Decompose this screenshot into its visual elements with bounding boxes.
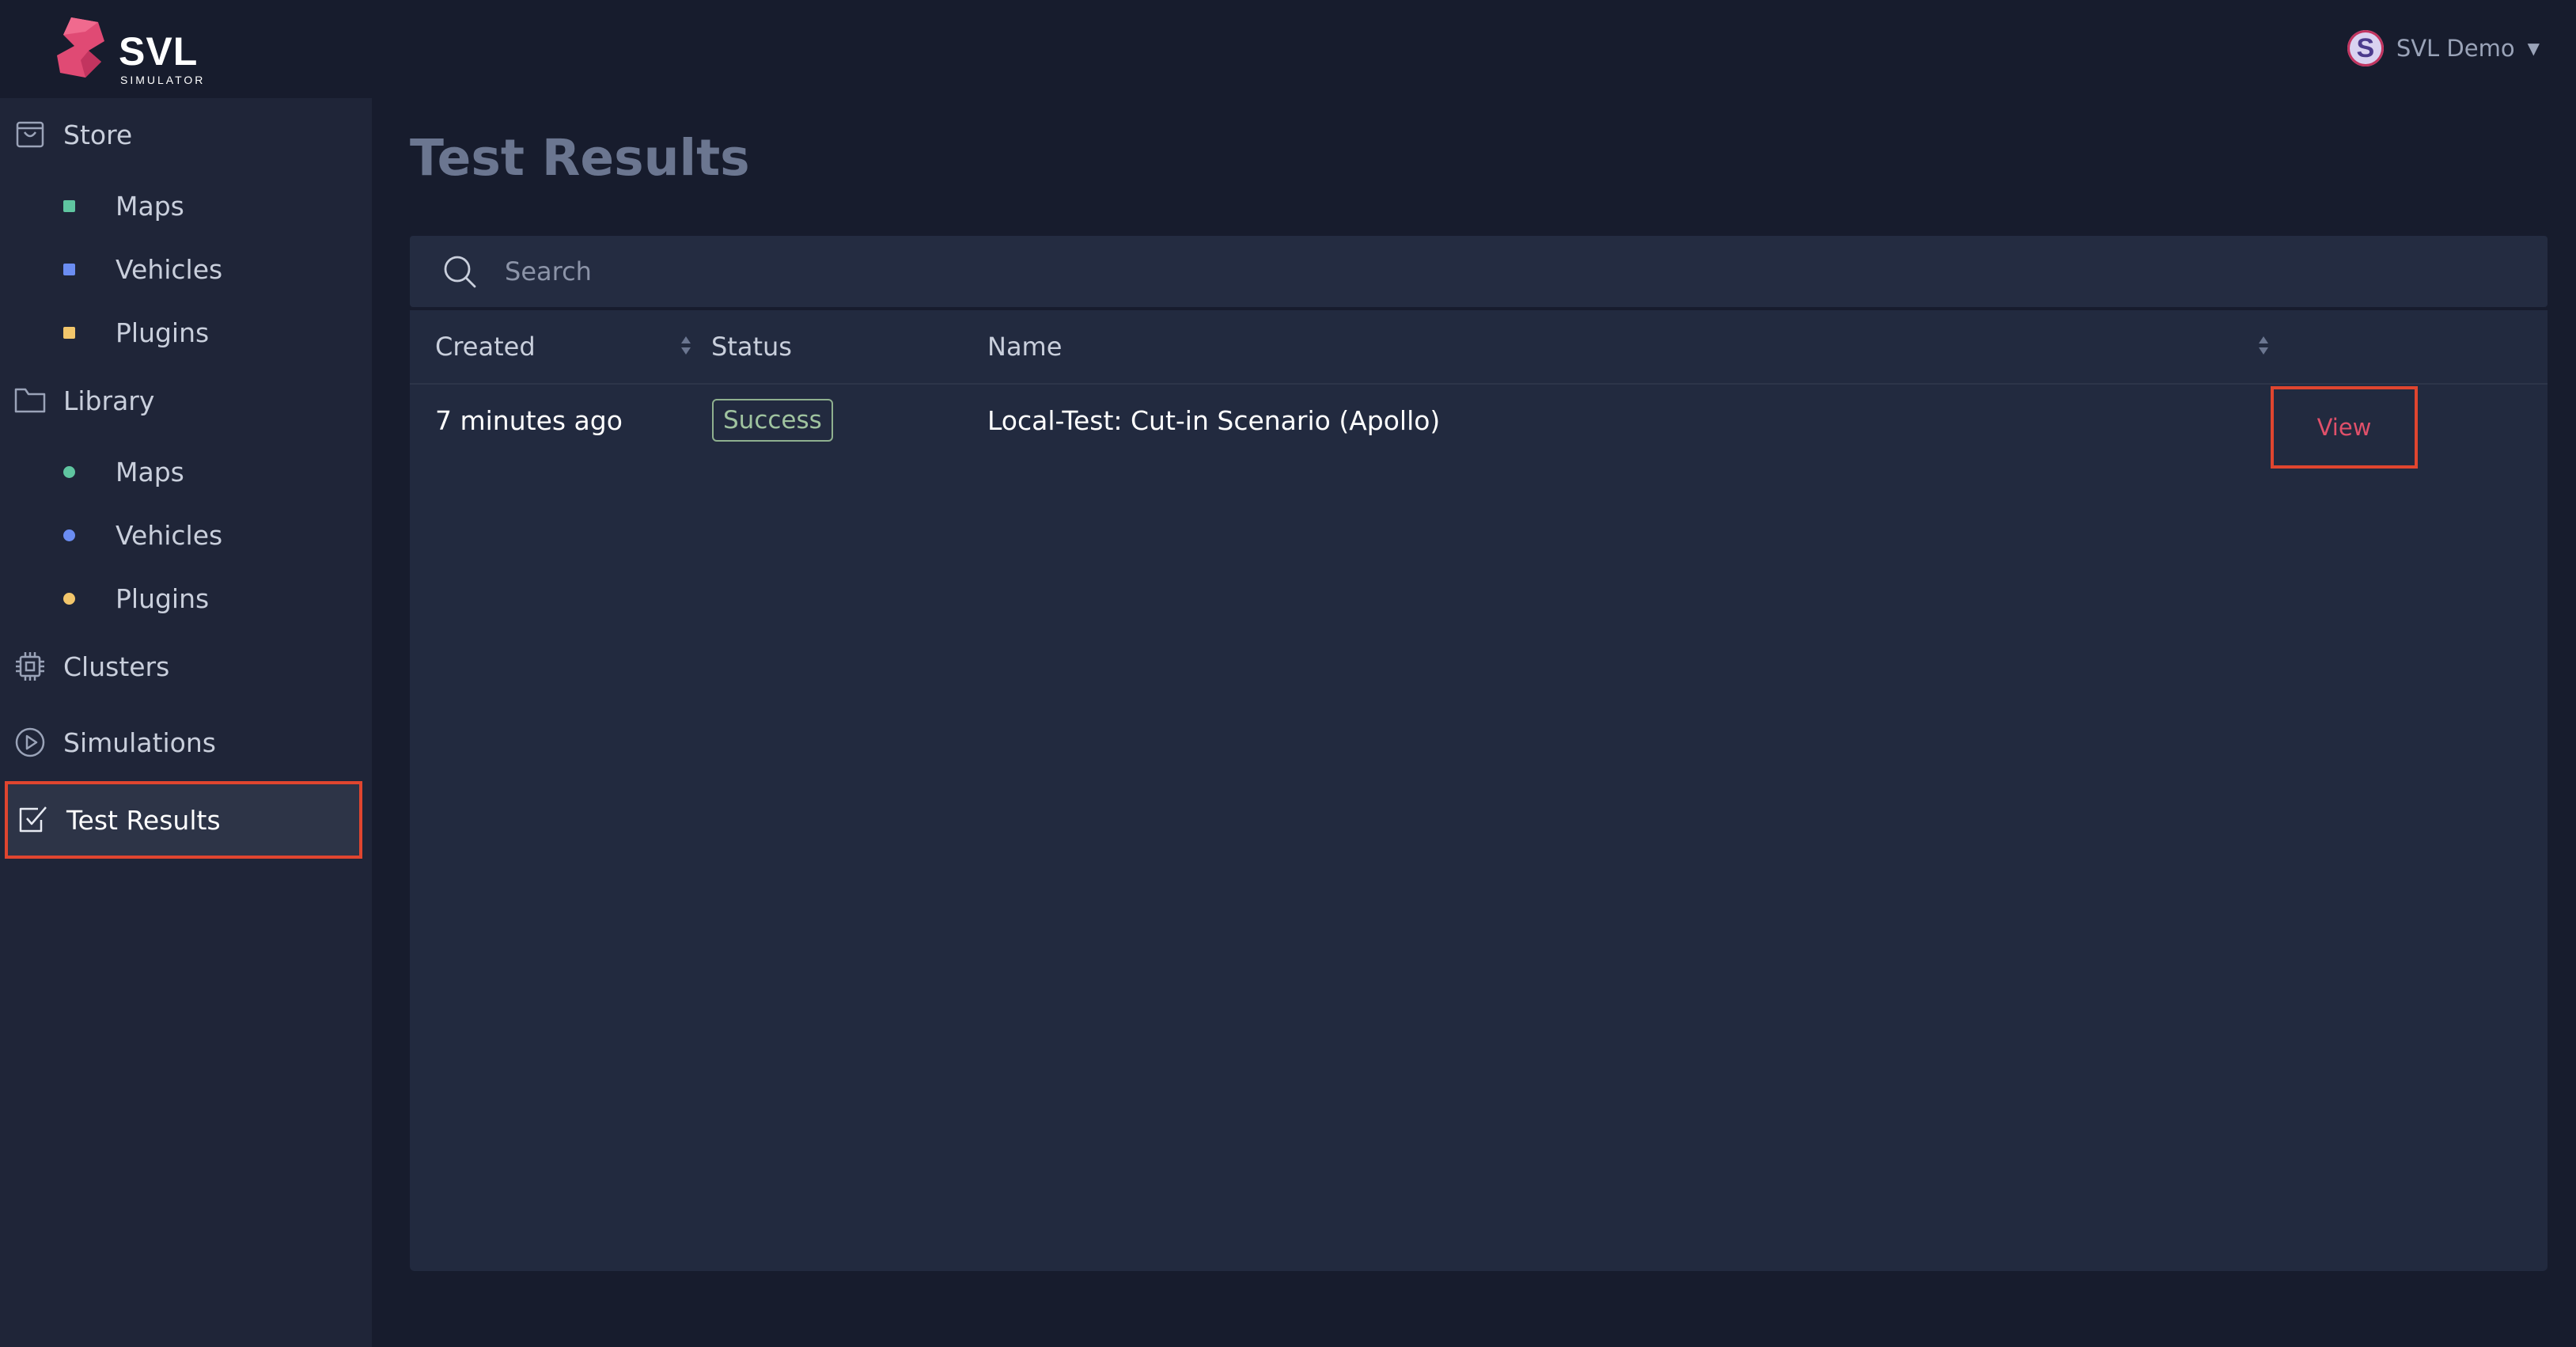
sidebar-item-label: Simulations <box>63 727 216 758</box>
logo-mark-icon <box>57 17 104 78</box>
sidebar-item-label: Plugins <box>116 317 210 348</box>
sidebar-item-label: Vehicles <box>116 253 223 285</box>
plugins-color-marker <box>63 592 75 605</box>
play-circle-icon <box>14 727 46 758</box>
sidebar-item-simulations[interactable]: Simulations <box>0 711 372 774</box>
sidebar-item-clusters[interactable]: Clusters <box>0 635 372 698</box>
column-header-created[interactable]: Created <box>435 310 536 383</box>
user-name: SVL Demo <box>2396 35 2515 62</box>
sidebar-item-label: Plugins <box>116 582 210 614</box>
check-square-icon <box>17 804 49 836</box>
table-header-row: Created Status Name <box>410 310 2548 385</box>
sidebar-item-library-plugins[interactable]: Plugins <box>0 571 372 626</box>
column-header-status[interactable]: Status <box>711 310 792 383</box>
cell-created: 7 minutes ago <box>435 404 623 436</box>
sidebar-item-label: Library <box>63 385 155 416</box>
avatar: S <box>2347 30 2384 66</box>
view-button[interactable]: View <box>2271 386 2418 469</box>
sidebar-item-store-vehicles[interactable]: Vehicles <box>0 241 372 297</box>
cell-name: Local-Test: Cut-in Scenario (Apollo) <box>987 404 1441 436</box>
vehicles-color-marker <box>63 263 75 275</box>
brand-name: SVL <box>119 29 199 74</box>
status-badge: Success <box>712 399 833 442</box>
maps-color-marker <box>63 199 75 212</box>
search-input[interactable] <box>505 236 2483 307</box>
sidebar-item-library-vehicles[interactable]: Vehicles <box>0 507 372 563</box>
sidebar-item-label: Test Results <box>66 804 221 836</box>
sort-icon[interactable] <box>2256 334 2271 358</box>
sidebar-item-label: Maps <box>116 456 184 488</box>
sidebar-item-store-plugins[interactable]: Plugins <box>0 305 372 360</box>
plugins-color-marker <box>63 326 75 339</box>
svl-logo[interactable]: SVL SIMULATOR <box>54 14 212 85</box>
sidebar-item-store-maps[interactable]: Maps <box>0 178 372 233</box>
cpu-icon <box>14 651 46 682</box>
sidebar-item-label: Clusters <box>63 651 170 682</box>
page-title: Test Results <box>410 129 750 187</box>
sidebar-item-library[interactable]: Library <box>0 369 372 432</box>
user-menu[interactable]: S SVL Demo ▼ <box>2347 28 2540 68</box>
sidebar-item-store[interactable]: Store <box>0 103 372 166</box>
sidebar-item-library-maps[interactable]: Maps <box>0 444 372 499</box>
sidebar-item-test-results[interactable]: Test Results <box>5 781 362 859</box>
search-icon <box>441 253 478 290</box>
sidebar: Store Maps Vehicles Plugins Library Maps… <box>0 98 372 1347</box>
vehicles-color-marker <box>63 529 75 541</box>
top-header: SVL SIMULATOR S SVL Demo ▼ <box>0 0 2576 98</box>
sort-icon[interactable] <box>679 334 693 358</box>
column-header-name[interactable]: Name <box>987 310 1062 383</box>
search-bar <box>410 236 2548 307</box>
chevron-down-icon: ▼ <box>2527 39 2540 58</box>
test-results-table: Created Status Name 7 minutes ago Succes… <box>410 310 2548 1271</box>
sidebar-item-label: Store <box>63 119 133 150</box>
folder-icon <box>14 385 46 416</box>
sidebar-item-label: Maps <box>116 190 184 222</box>
shopping-bag-icon <box>14 119 46 150</box>
maps-color-marker <box>63 465 75 478</box>
sidebar-item-label: Vehicles <box>116 519 223 551</box>
brand-subtitle: SIMULATOR <box>120 74 206 86</box>
